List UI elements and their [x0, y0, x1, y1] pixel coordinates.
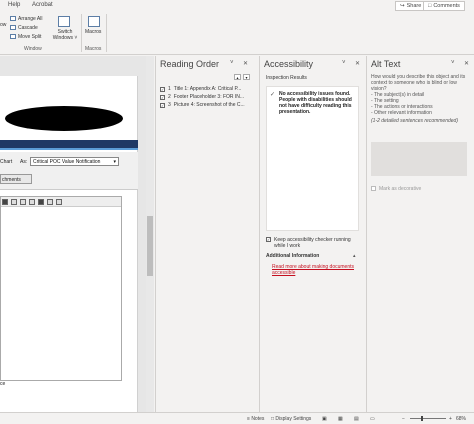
zoom-slider-thumb[interactable] [420, 416, 423, 421]
form-panel: Chart As: Critical POC Value Notificatio… [0, 152, 138, 190]
chart-label: Chart [0, 159, 13, 165]
share-button[interactable]: ↪ Share [395, 1, 427, 11]
header-accent-band [0, 148, 138, 150]
switch-windows-button[interactable]: Switch Windows ˅ [51, 29, 79, 41]
pane-options-icon[interactable]: ˅ [342, 60, 346, 66]
arrange-all-button[interactable]: Arrange All [10, 16, 42, 22]
slide-sorter-icon[interactable]: ▦ [338, 416, 343, 422]
arrange-all-icon [10, 16, 16, 22]
accessibility-title: Accessibility [264, 59, 314, 69]
macros-icon [88, 16, 100, 27]
as-label: As: [20, 159, 28, 165]
dropdown-value: Critical POC Value Notification [33, 159, 101, 165]
notification-dropdown[interactable]: Critical POC Value Notification ▾ [30, 157, 119, 166]
close-icon[interactable]: ✕ [243, 60, 248, 67]
window-group-label: Window [24, 46, 42, 52]
slideshow-icon[interactable]: ▭ [370, 416, 375, 422]
share-label: Share [406, 3, 422, 9]
keep-running-option[interactable]: ✓ Keep accessibility checker running whi… [266, 237, 362, 249]
view-fragment: ow [0, 22, 7, 28]
reading-order-pane: Reading Order ˅ ✕ ▴ ▾ ✓ 1 Title 1: Appen… [155, 56, 258, 412]
ribbon-tabs: Help Acrobat ↪ Share □ Comments [0, 0, 474, 12]
check-icon: ✓ [270, 92, 276, 98]
alt-text-pane: Alt Text ˅ ✕ How would you describe this… [366, 56, 474, 412]
zoom-in-icon[interactable]: + [449, 416, 452, 422]
list-item[interactable]: ✓ 3 Picture 4: Screenshot of the C... [160, 102, 245, 108]
macros-group-label: Macros [85, 46, 102, 52]
move-down-icon[interactable]: ▾ [243, 74, 250, 80]
move-split-icon [10, 34, 16, 40]
slide-canvas: Chart As: Critical POC Value Notificatio… [0, 56, 146, 416]
alt-text-question: How would you describe this object and i… [371, 74, 466, 92]
bullet: - Other relevant information [371, 110, 432, 116]
alt-text-hint: (1-2 detailed sentences recommended) [371, 118, 458, 124]
normal-view-icon[interactable]: ▣ [322, 416, 327, 422]
close-icon[interactable]: ✕ [464, 60, 469, 67]
ribbon-separator [81, 14, 82, 52]
reading-order-title: Reading Order [160, 59, 220, 69]
status-bar: ≡ Notes □ Display Settings ▣ ▦ ▤ ▭ − + 6… [0, 412, 474, 424]
link-icon[interactable] [56, 198, 62, 205]
alt-text-instructions: How would you describe this object and i… [371, 74, 471, 124]
zoom-out-icon[interactable]: − [402, 416, 405, 422]
chevron-down-icon: ▾ [113, 159, 116, 165]
checkbox[interactable] [371, 186, 376, 191]
additional-info-heading[interactable]: Additional Information [266, 253, 319, 259]
macros-button[interactable]: Macros [85, 29, 101, 35]
editor-toolbar [1, 197, 121, 207]
attachments-button[interactable]: chments [0, 174, 32, 184]
display-settings-button[interactable]: □ Display Settings [271, 416, 311, 422]
cascade-icon [10, 25, 16, 31]
notes-button[interactable]: ≡ Notes [247, 416, 264, 422]
move-up-icon[interactable]: ▴ [234, 74, 241, 80]
comments-label: Comments [433, 3, 460, 9]
mark-decorative-option[interactable]: Mark as decorative [371, 186, 421, 192]
vertical-scrollbar[interactable] [146, 56, 154, 412]
justify-icon[interactable] [20, 198, 26, 205]
cascade-button[interactable]: Cascade [10, 25, 38, 31]
checkbox[interactable]: ✓ [160, 102, 165, 108]
alt-text-title: Alt Text [371, 59, 401, 69]
tab-acrobat[interactable]: Acrobat [32, 2, 53, 8]
reading-view-icon[interactable]: ▤ [354, 416, 359, 422]
checkbox[interactable]: ✓ [160, 94, 165, 100]
redacted-logo [5, 106, 123, 131]
header-band [0, 140, 138, 148]
align-right-icon[interactable] [11, 198, 17, 205]
list-icon[interactable] [29, 198, 35, 205]
switch-windows-icon [58, 16, 70, 27]
image-icon[interactable] [47, 198, 53, 205]
tab-help[interactable]: Help [8, 2, 20, 8]
close-icon[interactable]: ✕ [355, 60, 360, 67]
checkbox[interactable]: ✓ [160, 86, 165, 92]
align-icon[interactable] [2, 198, 8, 205]
zoom-level[interactable]: 68% [456, 416, 466, 422]
zoom-slider[interactable] [410, 418, 446, 419]
text-editor[interactable] [0, 196, 122, 381]
alt-text-input[interactable] [371, 142, 467, 176]
read-more-link[interactable]: Read more about making documents accessi… [272, 264, 360, 276]
stamp-icon[interactable] [38, 198, 44, 205]
ribbon-separator [106, 14, 107, 52]
comments-button[interactable]: □ Comments [423, 1, 465, 11]
pane-options-icon[interactable]: ˅ [230, 60, 234, 66]
list-item[interactable]: ✓ 2 Footer Placeholder 3: FOR IN... [160, 94, 244, 100]
no-issues-message: No accessibility issues found. People wi… [279, 91, 352, 115]
comment-icon: □ [428, 3, 432, 9]
footer-fragment: ce [0, 381, 6, 387]
share-icon: ↪ [400, 3, 405, 9]
scrollbar-thumb[interactable] [147, 216, 153, 276]
chevron-up-icon[interactable]: ▴ [353, 253, 356, 259]
slide[interactable]: Chart As: Critical POC Value Notificatio… [0, 76, 138, 416]
accessibility-pane: Accessibility ˅ ✕ Inspection Results ✓ N… [259, 56, 365, 412]
list-item[interactable]: ✓ 1 Title 1: Appendix A: Critical P... [160, 86, 241, 92]
pane-options-icon[interactable]: ˅ [451, 60, 455, 66]
ribbon: ow Arrange All Cascade Move Split Switch… [0, 12, 474, 55]
inspection-results-box: ✓ No accessibility issues found. People … [266, 86, 359, 231]
inspection-results-label: Inspection Results [266, 75, 307, 81]
move-split-button[interactable]: Move Split [10, 34, 41, 40]
checkbox[interactable]: ✓ [266, 237, 271, 242]
